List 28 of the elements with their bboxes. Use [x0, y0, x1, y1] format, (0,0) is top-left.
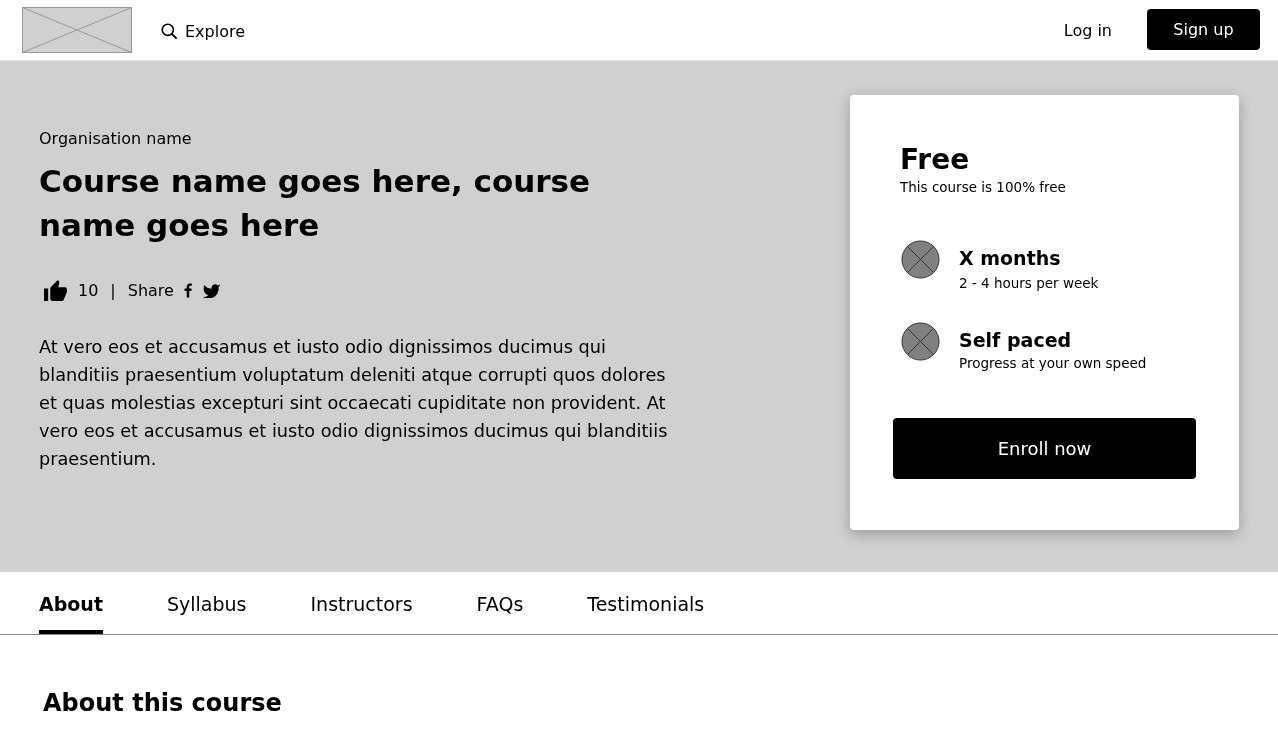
separator-text: | [110, 280, 116, 300]
course-tab[interactable]: About [39, 572, 103, 634]
search-icon [161, 23, 177, 39]
feature-title: Self paced [959, 328, 1073, 353]
section-heading: About this course [43, 688, 282, 719]
share-label: Share [127, 280, 174, 300]
facebook-icon[interactable] [183, 282, 192, 298]
course-tab[interactable]: Syllabus [166, 572, 247, 634]
placeholder-circle-icon [901, 322, 940, 361]
login-link[interactable]: Log in [1063, 20, 1112, 40]
thumbs-up-icon[interactable] [44, 279, 67, 301]
feature-subtitle: Progress at your own speed [959, 354, 1147, 373]
price-label: Free [900, 143, 970, 177]
price-note: This course is 100% free [900, 179, 1066, 195]
twitter-icon[interactable] [201, 282, 221, 298]
feature-subtitle: 2 - 4 hours per week [959, 274, 1099, 293]
placeholder-circle-icon [901, 240, 940, 279]
organisation-name: Organisation name [39, 129, 192, 149]
like-count: 10 [78, 280, 99, 300]
course-description: At vero eos et accusamus et iusto odio dignissimos ducimus qui blanditiis praesentium voluptatum deleniti atque corrupti quos dolores et quas molestias excepturi sint occaecati cupiditate non provident. At vero eos et accusamus et iusto odio dignissimos ducimus qui blanditiis praesentium. [39, 336, 669, 471]
course-tab[interactable]: Testimonials [587, 572, 705, 634]
explore-link[interactable]: Explore [161, 21, 246, 41]
course-tab[interactable]: FAQs [476, 572, 524, 634]
feature-title: X months [959, 246, 1062, 271]
course-title: Course name goes here, course name goes here [39, 162, 592, 245]
enroll-button[interactable]: Enroll now [893, 418, 1196, 479]
course-tab[interactable]: Instructors [310, 572, 413, 634]
signup-button[interactable]: Sign up [1147, 9, 1260, 50]
